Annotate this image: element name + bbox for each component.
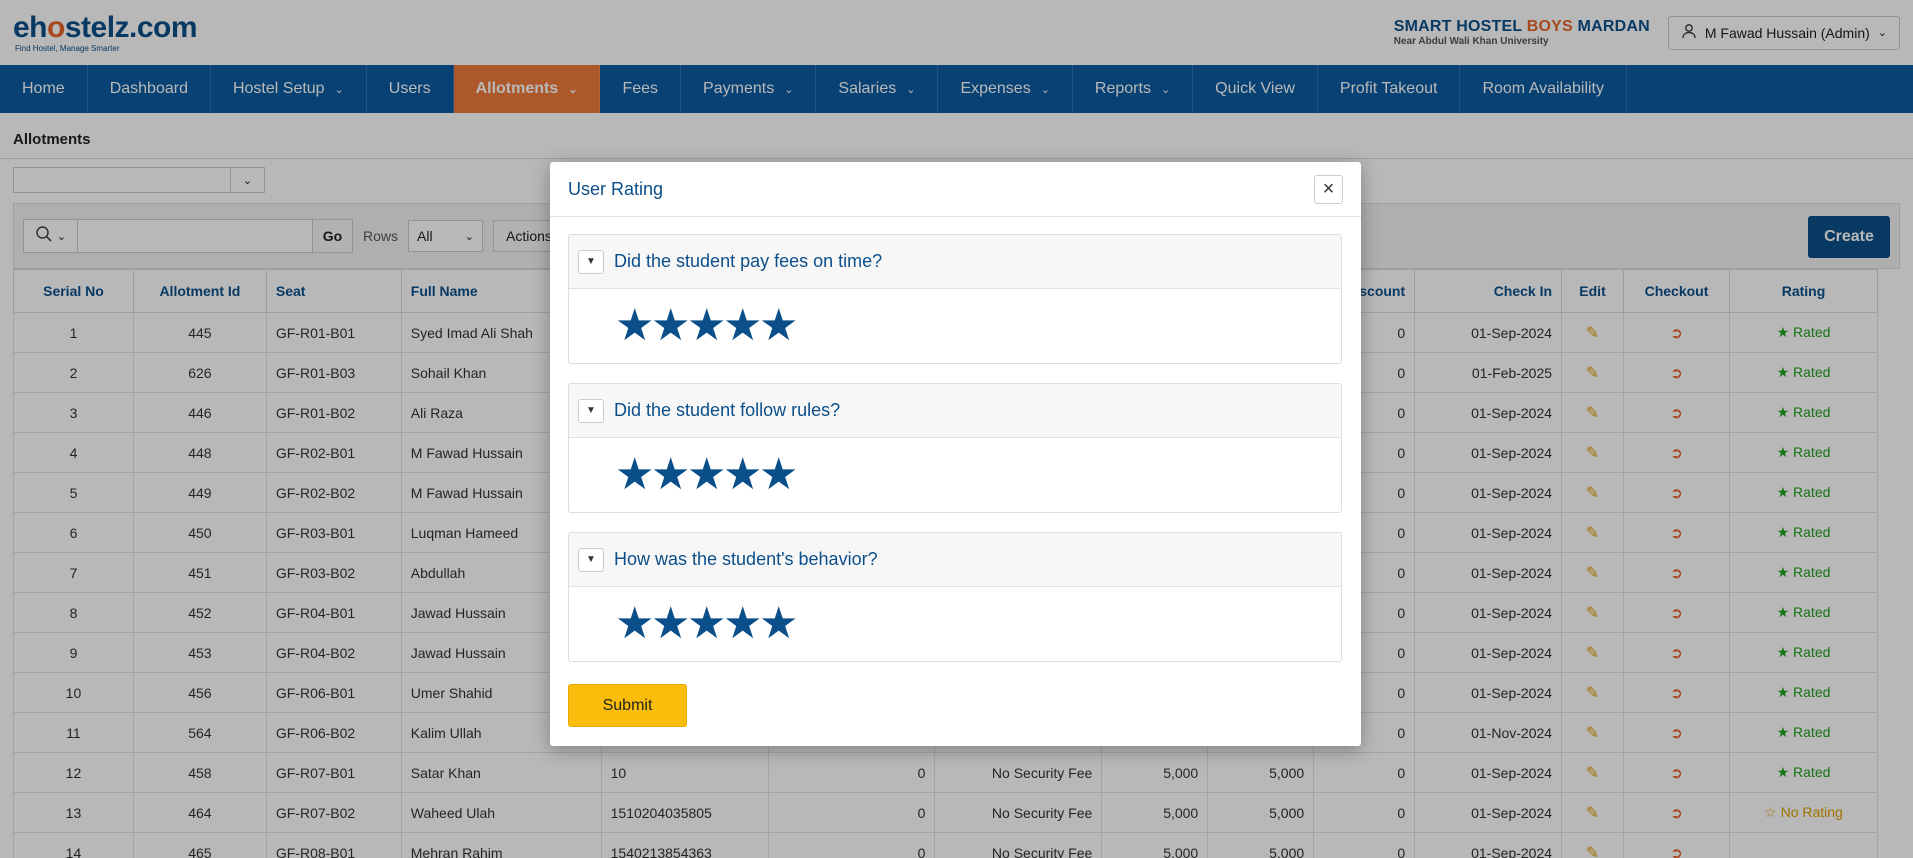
question-text: How was the student's behavior? <box>614 549 878 569</box>
star-icon[interactable]: ★ <box>723 453 762 497</box>
submit-button[interactable]: Submit <box>568 684 687 727</box>
question-header: ▼ How was the student's behavior? <box>569 533 1341 587</box>
star-rating: ★ ★ ★ ★ ★ <box>569 587 1341 661</box>
dialog-title: User Rating <box>568 178 664 199</box>
user-rating-dialog: User Rating × ▼ Did the student pay fees … <box>550 162 1361 746</box>
star-icon[interactable]: ★ <box>759 304 798 348</box>
question-header: ▼ Did the student pay fees on time? <box>569 235 1341 289</box>
star-icon[interactable]: ★ <box>615 304 654 348</box>
star-rating: ★ ★ ★ ★ ★ <box>569 438 1341 512</box>
star-icon[interactable]: ★ <box>687 304 726 348</box>
close-icon: × <box>1322 177 1335 200</box>
rating-question-card: ▼ Did the student pay fees on time? ★ ★ ★ ★ ★ <box>568 234 1342 364</box>
caret-down-icon: ▼ <box>586 554 596 565</box>
question-text: Did the student pay fees on time? <box>614 251 883 271</box>
collapse-toggle-button[interactable]: ▼ <box>578 249 604 274</box>
star-icon[interactable]: ★ <box>687 602 726 646</box>
star-icon[interactable]: ★ <box>687 453 726 497</box>
star-icon[interactable]: ★ <box>759 602 798 646</box>
rating-question-card: ▼ How was the student's behavior? ★ ★ ★ ★ ★ <box>568 532 1342 662</box>
close-button[interactable]: × <box>1314 174 1343 204</box>
rating-question-card: ▼ Did the student follow rules? ★ ★ ★ ★ ★ <box>568 383 1342 513</box>
question-text: Did the student follow rules? <box>614 400 841 420</box>
star-icon[interactable]: ★ <box>651 602 690 646</box>
star-icon[interactable]: ★ <box>651 304 690 348</box>
star-icon[interactable]: ★ <box>651 453 690 497</box>
question-header: ▼ Did the student follow rules? <box>569 384 1341 438</box>
star-icon[interactable]: ★ <box>723 304 762 348</box>
caret-down-icon: ▼ <box>586 256 596 267</box>
dialog-header: User Rating × <box>550 162 1361 217</box>
collapse-toggle-button[interactable]: ▼ <box>578 398 604 423</box>
star-rating: ★ ★ ★ ★ ★ <box>569 289 1341 363</box>
star-icon[interactable]: ★ <box>723 602 762 646</box>
caret-down-icon: ▼ <box>586 405 596 416</box>
collapse-toggle-button[interactable]: ▼ <box>578 547 604 572</box>
star-icon[interactable]: ★ <box>759 453 798 497</box>
star-icon[interactable]: ★ <box>615 602 654 646</box>
star-icon[interactable]: ★ <box>615 453 654 497</box>
